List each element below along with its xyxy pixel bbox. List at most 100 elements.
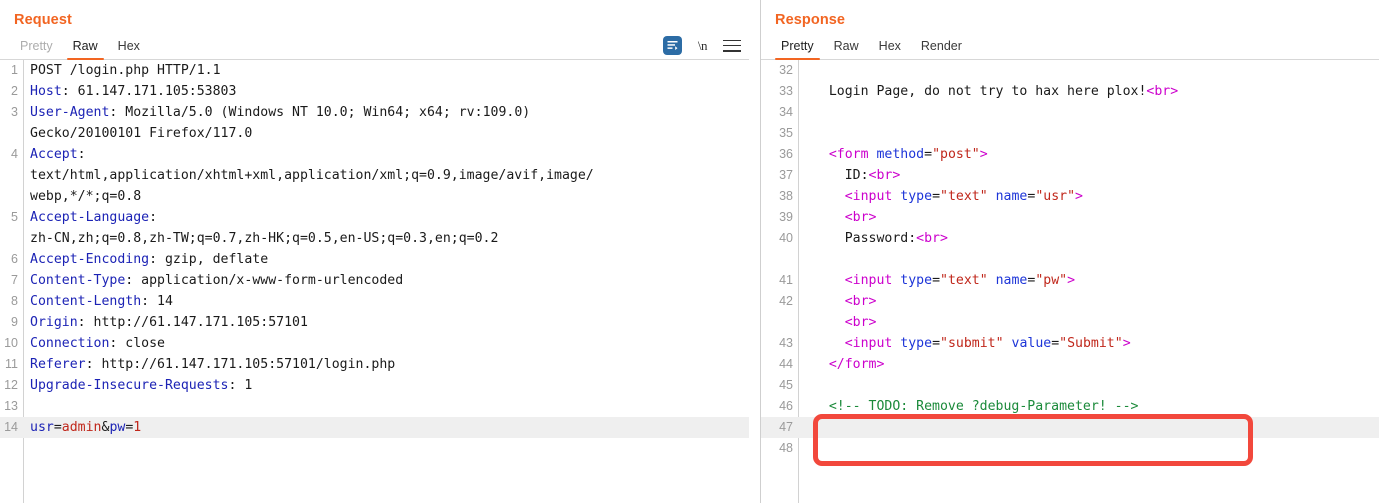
code-line: 38 <input type="text" name="usr"> bbox=[761, 186, 1379, 207]
code-token: Login Page, do not try to hax here plox! bbox=[805, 84, 1147, 99]
code-token: > bbox=[1122, 336, 1131, 351]
code-token: <input bbox=[844, 336, 893, 351]
code-token: br bbox=[1154, 84, 1171, 99]
code-line-text: <input type="text" name="usr"> bbox=[798, 186, 1379, 207]
line-number: 7 bbox=[11, 273, 18, 287]
code-token: : Mozilla/5.0 (Windows NT 10.0; Win64; x… bbox=[109, 105, 531, 120]
newline-toggle[interactable]: \n bbox=[698, 38, 708, 53]
code-token: <br> bbox=[844, 315, 877, 330]
code-line-text: <!-- TODO: Remove ?debug-Parameter! --> bbox=[798, 396, 1379, 417]
line-number: 2 bbox=[11, 84, 18, 98]
code-line-text: zh-CN,zh;q=0.8,zh-TW;q=0.7,zh-HK;q=0.5,e… bbox=[23, 228, 749, 249]
line-number: 13 bbox=[4, 399, 18, 413]
response-tab-hex[interactable]: Hex bbox=[869, 39, 911, 59]
code-line-text: <input type="submit" value="Submit"> bbox=[798, 333, 1379, 354]
panel-divider[interactable] bbox=[749, 0, 760, 503]
line-number: 33 bbox=[779, 84, 793, 98]
request-tab-pretty[interactable]: Pretty bbox=[10, 39, 63, 59]
code-line-text: Accept-Encoding: gzip, deflate bbox=[23, 249, 749, 270]
request-tab-raw[interactable]: Raw bbox=[63, 39, 108, 60]
line-number: 6 bbox=[11, 252, 18, 266]
code-token: = bbox=[932, 336, 941, 351]
response-tab-render[interactable]: Render bbox=[911, 39, 972, 59]
response-tab-raw[interactable]: Raw bbox=[824, 39, 869, 59]
code-token: : application/x-www-form-urlencoded bbox=[125, 273, 404, 288]
line-number: 36 bbox=[779, 147, 793, 161]
code-token: = bbox=[932, 273, 941, 288]
code-token: <form bbox=[828, 147, 869, 162]
code-line-text: <br> bbox=[798, 312, 1379, 333]
code-token: <br> bbox=[916, 231, 948, 246]
code-token: > bbox=[1075, 189, 1083, 204]
code-line: 9 Origin: http://61.147.171.105:57101 bbox=[0, 312, 749, 333]
request-code-area[interactable]: 1 POST /login.php HTTP/1.1 2 Host: 61.147.1… bbox=[0, 60, 749, 503]
code-line: 35 bbox=[761, 123, 1379, 144]
line-number: 35 bbox=[779, 126, 793, 140]
code-token: "text" bbox=[940, 189, 988, 204]
line-number: 32 bbox=[779, 63, 793, 77]
code-line: 45 bbox=[761, 375, 1379, 396]
word-wrap-icon[interactable] bbox=[662, 36, 682, 55]
code-line: 14 usr=admin&pw=1 bbox=[0, 417, 749, 438]
request-tab-list: Pretty Raw Hex bbox=[10, 39, 150, 60]
line-number: 46 bbox=[779, 399, 793, 413]
code-token: Accept-Encoding bbox=[30, 252, 150, 267]
code-token: Content-Length bbox=[30, 294, 142, 309]
response-panel-title: Response bbox=[775, 12, 846, 28]
line-number: 14 bbox=[4, 420, 18, 434]
code-token: : bbox=[77, 147, 86, 162]
code-token: value bbox=[1011, 336, 1052, 351]
code-token: usr bbox=[30, 420, 54, 435]
code-token: : http://61.147.171.105:57101 bbox=[77, 315, 308, 330]
request-tab-hex[interactable]: Hex bbox=[108, 39, 150, 59]
response-tab-list: Pretty Raw Hex Render bbox=[771, 39, 972, 60]
line-number: 40 bbox=[779, 231, 793, 245]
code-line: 33 Login Page, do not try to hax here pl… bbox=[761, 81, 1379, 102]
line-number: 42 bbox=[779, 294, 793, 308]
line-number: 1 bbox=[11, 63, 18, 77]
line-number: 10 bbox=[4, 336, 18, 350]
code-line: 6 Accept-Encoding: gzip, deflate bbox=[0, 249, 749, 270]
code-line: 46 <!-- TODO: Remove ?debug-Parameter! -… bbox=[761, 396, 1379, 417]
line-number: 8 bbox=[11, 294, 18, 308]
response-code-area[interactable]: 32 33 Login Page, do not try to hax here … bbox=[761, 60, 1379, 503]
code-line-text: text/html,application/xhtml+xml,applicat… bbox=[23, 165, 749, 186]
code-line: text/html,application/xhtml+xml,applicat… bbox=[0, 165, 749, 186]
menu-icon[interactable] bbox=[723, 39, 741, 53]
code-token: <br> bbox=[844, 294, 877, 309]
code-line: 5 Accept-Language: bbox=[0, 207, 749, 228]
code-line: 11 Referer: http://61.147.171.105:57101/l… bbox=[0, 354, 749, 375]
response-tab-pretty[interactable]: Pretty bbox=[771, 39, 824, 60]
code-token: = bbox=[932, 189, 941, 204]
code-line: 40 Password:<br> bbox=[761, 228, 1379, 249]
code-token: method bbox=[876, 147, 925, 162]
code-line-text: Accept: bbox=[23, 144, 749, 165]
line-number: 38 bbox=[779, 189, 793, 203]
line-number: 45 bbox=[779, 378, 793, 392]
request-panel-title: Request bbox=[14, 12, 72, 28]
code-line: 43 <input type="submit" value="Submit"> bbox=[761, 333, 1379, 354]
code-line: 10 Connection: close bbox=[0, 333, 749, 354]
code-token: ID: bbox=[805, 168, 869, 183]
code-token: = bbox=[924, 147, 933, 162]
code-token: = bbox=[1051, 336, 1060, 351]
line-number: 11 bbox=[5, 357, 18, 371]
code-token: : 14 bbox=[141, 294, 173, 309]
code-token: <input bbox=[844, 189, 893, 204]
code-line-text: Content-Type: application/x-www-form-url… bbox=[23, 270, 749, 291]
code-token: "text" bbox=[940, 273, 988, 288]
code-line: <br> bbox=[761, 312, 1379, 333]
code-line: 39 <br> bbox=[761, 207, 1379, 228]
code-token: type bbox=[900, 336, 933, 351]
code-line: 37 ID:<br> bbox=[761, 165, 1379, 186]
code-token: Origin bbox=[30, 315, 78, 330]
code-line: webp,*/*;q=0.8 bbox=[0, 186, 749, 207]
code-line-text: Origin: http://61.147.171.105:57101 bbox=[23, 312, 749, 333]
